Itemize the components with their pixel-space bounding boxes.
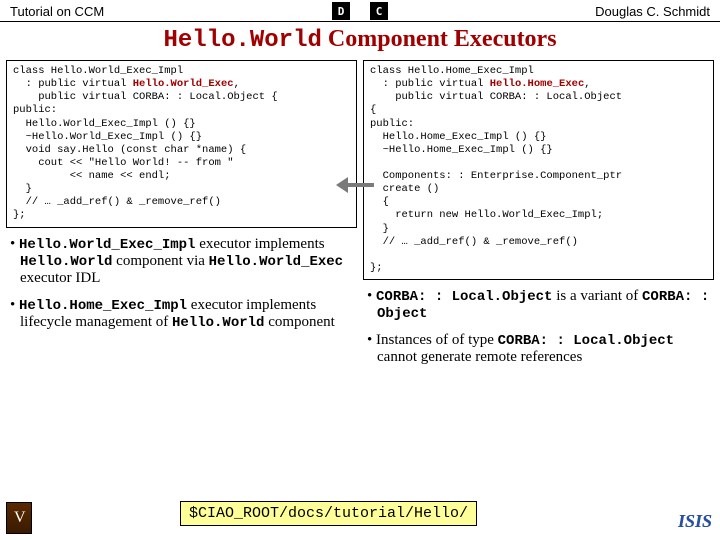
right-bullet-2: • Instances of of type CORBA: : Local.Ob… [367, 332, 710, 366]
shield-icon [6, 502, 32, 534]
left-bullet-1: • Hello.World_Exec_Impl executor impleme… [10, 236, 353, 287]
title-mono: Hello.World [163, 27, 321, 54]
path-box: $CIAO_ROOT/docs/tutorial/Hello/ [180, 501, 477, 526]
header-left: Tutorial on CCM [10, 4, 104, 19]
left-bullet-2: • Hello.Home_Exec_Impl executor implemen… [10, 297, 353, 331]
right-bullets: • CORBA: : Local.Object is a variant of … [363, 288, 714, 366]
title-rest: Component Executors [322, 26, 557, 52]
left-bullets: • Hello.World_Exec_Impl executor impleme… [6, 236, 357, 331]
code-left: class Hello.World_Exec_Impl : public vir… [6, 60, 357, 228]
footer-logo: ISIS [678, 511, 712, 532]
page-title: Hello.World Component Executors [0, 22, 720, 60]
doc-logo: DC [332, 2, 388, 20]
header-right: Douglas C. Schmidt [595, 4, 710, 19]
arrow-icon [340, 175, 374, 195]
code-right: class Hello.Home_Exec_Impl : public virt… [363, 60, 714, 280]
right-bullet-1: • CORBA: : Local.Object is a variant of … [367, 288, 710, 322]
